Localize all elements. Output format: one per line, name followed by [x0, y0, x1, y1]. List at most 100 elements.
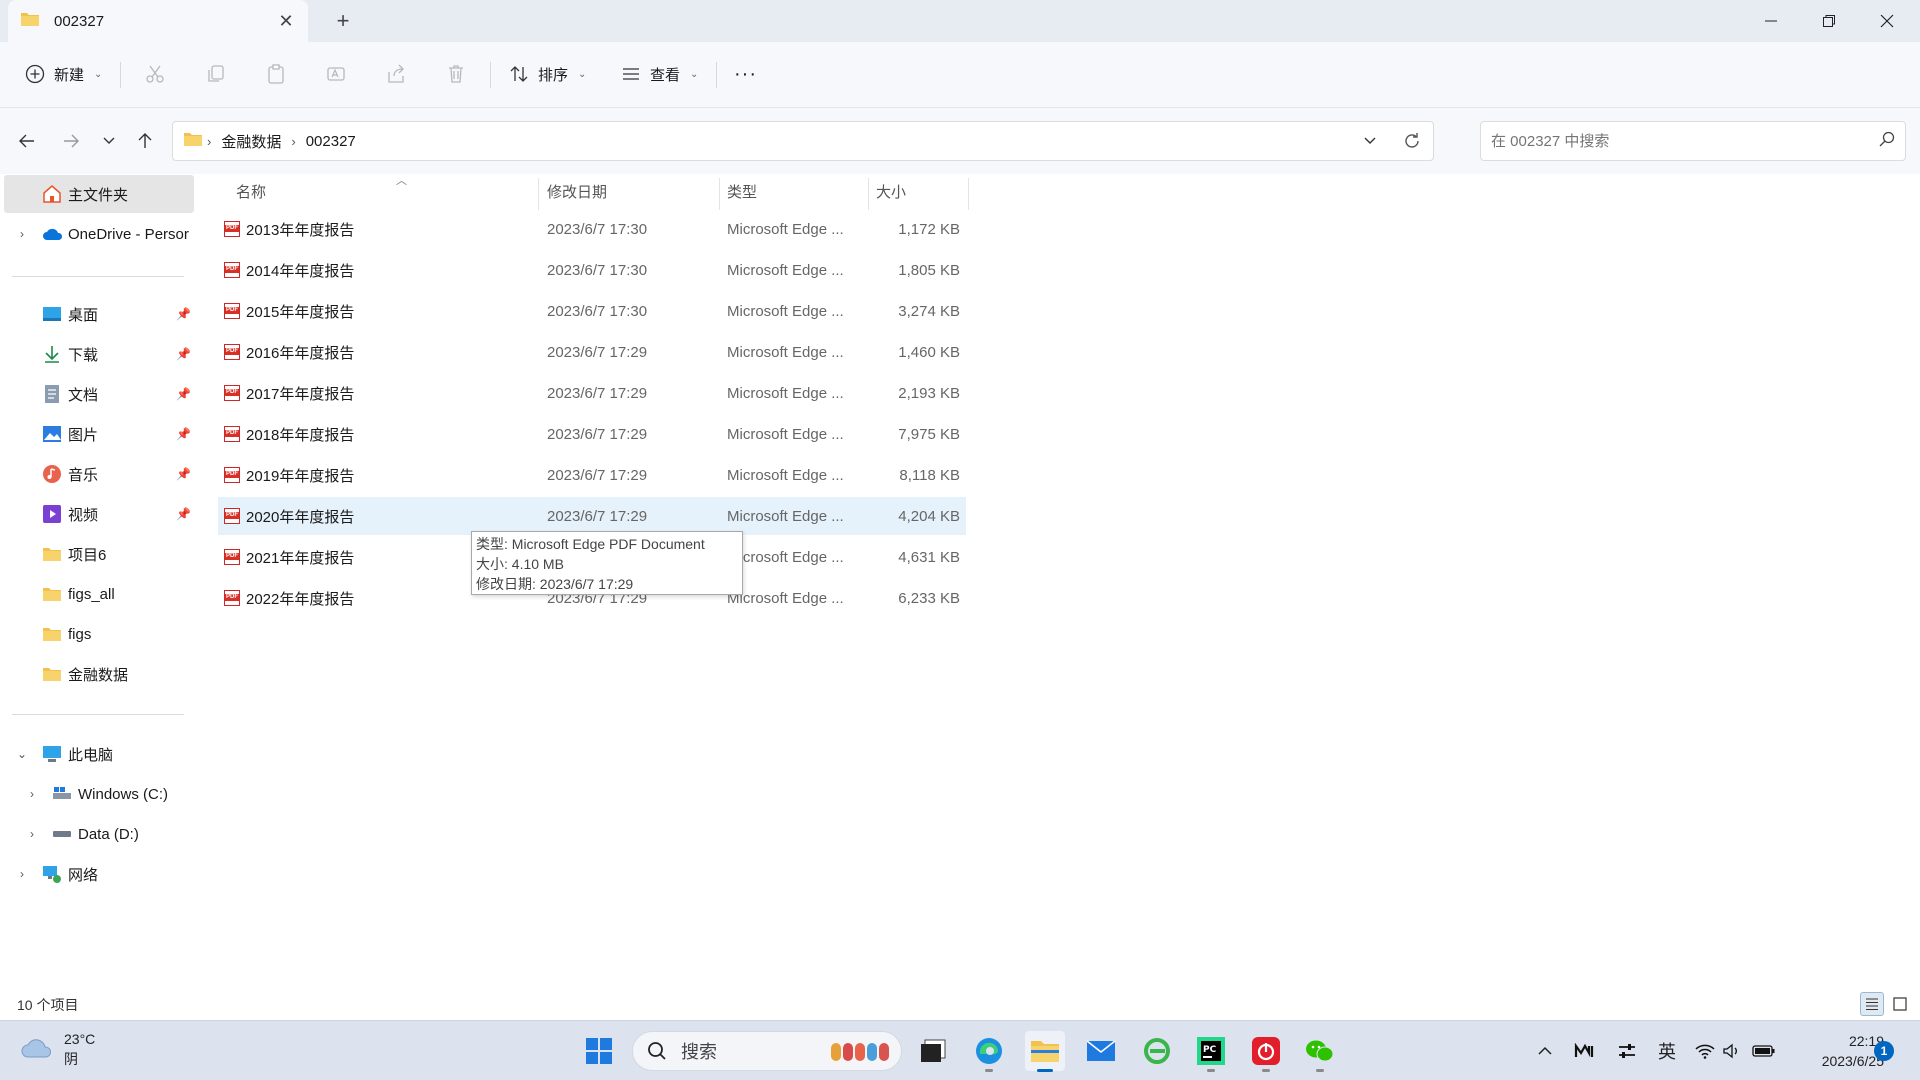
mail-taskbar-icon[interactable]: [1081, 1031, 1121, 1071]
file-name-cell[interactable]: 2017年年度报告: [224, 374, 354, 412]
column-header-size[interactable]: 大小: [876, 174, 906, 208]
close-tab-icon[interactable]: ✕: [276, 11, 296, 32]
sort-button[interactable]: 排序 ⌄: [508, 56, 586, 92]
input-method-indicator[interactable]: 英: [1654, 1031, 1680, 1071]
chevron-right-icon[interactable]: ›: [24, 827, 40, 841]
sidebar-item-drive-c[interactable]: › Windows (C:): [0, 775, 196, 813]
file-name-cell[interactable]: 2020年年度报告: [224, 497, 354, 535]
sidebar-item-this-pc[interactable]: ⌄ 此电脑: [0, 735, 196, 773]
sidebar-item-financial-data[interactable]: 金融数据: [0, 655, 196, 693]
search-icon[interactable]: [1879, 131, 1895, 151]
sidebar-item-pictures[interactable]: 图片 📌: [0, 415, 196, 453]
file-name-cell[interactable]: 2015年年度报告: [224, 292, 354, 330]
more-options-button[interactable]: ···: [734, 56, 757, 92]
share-button[interactable]: [385, 56, 407, 92]
delete-button[interactable]: [445, 56, 467, 92]
pin-icon[interactable]: 📌: [176, 307, 191, 321]
sidebar-item-network[interactable]: › 网络: [0, 855, 196, 893]
notification-badge[interactable]: 1: [1874, 1041, 1894, 1061]
file-name-cell[interactable]: 2013年年度报告: [224, 210, 354, 248]
address-history-dropdown[interactable]: [1349, 134, 1391, 148]
column-divider[interactable]: [538, 178, 539, 210]
sidebar-item-figs[interactable]: figs: [0, 615, 196, 653]
pin-icon[interactable]: 📌: [176, 467, 191, 481]
copy-button[interactable]: [205, 56, 227, 92]
column-divider[interactable]: [868, 178, 869, 210]
search-box[interactable]: [1480, 121, 1906, 161]
sidebar-item-onedrive[interactable]: › OneDrive - Persor: [0, 215, 196, 253]
recent-locations-button[interactable]: [94, 126, 124, 156]
breadcrumb-002327[interactable]: 002327: [306, 133, 356, 150]
column-header-name[interactable]: 名称 ︿: [236, 174, 556, 208]
tab-002327[interactable]: 002327 ✕: [8, 0, 308, 42]
battery-icon[interactable]: [1750, 1031, 1778, 1071]
back-button[interactable]: [12, 126, 42, 156]
browser-taskbar-icon[interactable]: [1137, 1031, 1177, 1071]
new-button[interactable]: 新建 ⌄: [24, 56, 102, 92]
clock[interactable]: 22:19 2023/6/25: [1794, 1031, 1884, 1071]
tray-app-m-icon[interactable]: [1572, 1031, 1598, 1071]
pin-icon[interactable]: 📌: [176, 507, 191, 521]
file-name-cell[interactable]: 2016年年度报告: [224, 333, 354, 371]
tiles-view-button[interactable]: [1888, 992, 1912, 1016]
chevron-right-icon[interactable]: ›: [14, 227, 30, 241]
column-divider[interactable]: [719, 178, 720, 210]
view-button[interactable]: 查看 ⌄: [620, 56, 698, 92]
start-button[interactable]: [579, 1031, 619, 1071]
file-row[interactable]: 2013年年度报告 2023/6/7 17:30 Microsoft Edge ..…: [218, 210, 966, 248]
column-header-type[interactable]: 类型: [727, 174, 757, 208]
file-name-cell[interactable]: 2019年年度报告: [224, 456, 354, 494]
chevron-right-icon[interactable]: ›: [14, 867, 30, 881]
paste-button[interactable]: [265, 56, 287, 92]
file-name-cell[interactable]: 2021年年度报告: [224, 538, 354, 576]
file-name-cell[interactable]: 2014年年度报告: [224, 251, 354, 289]
file-row[interactable]: 2016年年度报告 2023/6/7 17:29 Microsoft Edge ..…: [218, 333, 966, 371]
chevron-right-icon[interactable]: ›: [24, 787, 40, 801]
file-row[interactable]: 2017年年度报告 2023/6/7 17:29 Microsoft Edge ..…: [218, 374, 966, 412]
file-row[interactable]: 2014年年度报告 2023/6/7 17:30 Microsoft Edge ..…: [218, 251, 966, 289]
sidebar-item-home[interactable]: 主文件夹: [4, 175, 194, 213]
details-view-button[interactable]: [1860, 992, 1884, 1016]
taskbar-search[interactable]: 搜索: [632, 1031, 902, 1071]
cut-button[interactable]: [144, 56, 166, 92]
breadcrumb-financial-data[interactable]: 金融数据: [221, 131, 281, 152]
edge-taskbar-icon[interactable]: [969, 1031, 1009, 1072]
file-name-cell[interactable]: 2018年年度报告: [224, 415, 354, 453]
chevron-down-icon[interactable]: ⌄: [14, 747, 30, 761]
up-button[interactable]: [130, 126, 160, 156]
file-explorer-taskbar-icon[interactable]: [1025, 1031, 1065, 1072]
sidebar-item-documents[interactable]: 文档 📌: [0, 375, 196, 413]
volume-icon[interactable]: [1720, 1031, 1744, 1071]
restore-button[interactable]: [1800, 0, 1858, 42]
wifi-icon[interactable]: [1693, 1031, 1717, 1071]
pycharm-taskbar-icon[interactable]: PC: [1191, 1031, 1231, 1072]
column-divider[interactable]: [968, 178, 969, 210]
sidebar-item-figs-all[interactable]: figs_all: [0, 575, 196, 613]
weather-widget[interactable]: 23°C 阴: [20, 1029, 95, 1069]
show-hidden-icons-button[interactable]: [1534, 1031, 1556, 1071]
sidebar-item-videos[interactable]: 视频 📌: [0, 495, 196, 533]
tray-settings-sliders-icon[interactable]: [1614, 1031, 1640, 1071]
close-window-button[interactable]: [1858, 0, 1916, 42]
address-bar[interactable]: › 金融数据 › 002327: [172, 121, 1434, 161]
refresh-button[interactable]: [1391, 132, 1433, 150]
forward-button[interactable]: [56, 126, 86, 156]
column-header-date[interactable]: 修改日期: [547, 174, 607, 208]
file-row[interactable]: 2018年年度报告 2023/6/7 17:29 Microsoft Edge ..…: [218, 415, 966, 453]
rename-button[interactable]: [325, 56, 347, 92]
sidebar-item-project6[interactable]: 项目6: [0, 535, 196, 573]
minimize-button[interactable]: [1742, 0, 1800, 42]
file-row[interactable]: 2020年年度报告 2023/6/7 17:29 Microsoft Edge ..…: [218, 497, 966, 535]
file-row[interactable]: 2015年年度报告 2023/6/7 17:30 Microsoft Edge ..…: [218, 292, 966, 330]
sidebar-item-drive-d[interactable]: › Data (D:): [0, 815, 196, 853]
netease-music-taskbar-icon[interactable]: [1246, 1031, 1286, 1072]
task-view-button[interactable]: [913, 1031, 953, 1071]
file-row[interactable]: 2019年年度报告 2023/6/7 17:29 Microsoft Edge ..…: [218, 456, 966, 494]
sidebar-item-downloads[interactable]: 下载 📌: [0, 335, 196, 373]
pin-icon[interactable]: 📌: [176, 427, 191, 441]
sidebar-item-music[interactable]: 音乐 📌: [0, 455, 196, 493]
wechat-taskbar-icon[interactable]: [1300, 1031, 1340, 1072]
new-tab-button[interactable]: +: [330, 8, 356, 34]
pin-icon[interactable]: 📌: [176, 347, 191, 361]
file-name-cell[interactable]: 2022年年度报告: [224, 579, 354, 617]
